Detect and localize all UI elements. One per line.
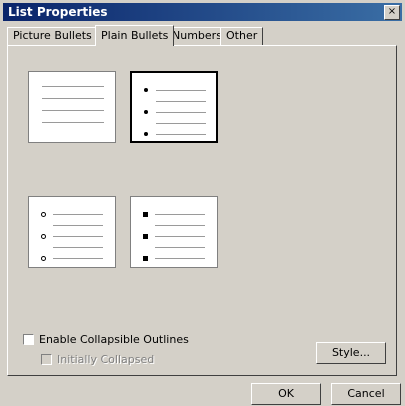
- ok-button[interactable]: OK: [251, 383, 321, 405]
- line: [53, 247, 103, 248]
- enable-collapsible-outlines-option[interactable]: Enable Collapsible Outlines: [23, 333, 189, 346]
- circle-bullet-icon: [41, 212, 46, 217]
- circle-bullet-icon: [41, 256, 46, 261]
- tab-other[interactable]: Other: [220, 27, 264, 45]
- cancel-button[interactable]: Cancel: [331, 383, 401, 405]
- line: [156, 90, 206, 91]
- line: [155, 258, 205, 259]
- initially-collapsed-checkbox: [41, 354, 52, 365]
- line: [155, 214, 205, 215]
- line: [53, 258, 103, 259]
- line: [155, 236, 205, 237]
- line: [42, 122, 104, 123]
- bullet-style-circle[interactable]: [28, 196, 116, 268]
- tab-plain-bullets[interactable]: Plain Bullets: [95, 25, 175, 46]
- initially-collapsed-label: Initially Collapsed: [57, 353, 155, 366]
- style-button[interactable]: Style...: [316, 342, 386, 364]
- disc-bullet-icon: [144, 132, 148, 136]
- title-bar[interactable]: List Properties ×: [3, 3, 402, 21]
- window-title: List Properties: [8, 5, 108, 19]
- circle-bullet-icon: [41, 234, 46, 239]
- line: [53, 236, 103, 237]
- initially-collapsed-option: Initially Collapsed: [41, 353, 154, 366]
- square-bullet-icon: [143, 212, 148, 217]
- line: [53, 225, 103, 226]
- line: [155, 225, 205, 226]
- line: [42, 110, 104, 111]
- bullet-style-none[interactable]: [28, 71, 116, 143]
- line: [156, 123, 206, 124]
- tab-numbers[interactable]: Numbers: [166, 27, 228, 45]
- tab-picture-bullets[interactable]: Picture Bullets: [7, 27, 98, 45]
- enable-collapsible-outlines-checkbox[interactable]: [23, 334, 34, 345]
- close-icon[interactable]: ×: [384, 5, 400, 20]
- line: [42, 98, 104, 99]
- square-bullet-icon: [143, 256, 148, 261]
- square-bullet-icon: [143, 234, 148, 239]
- line: [156, 112, 206, 113]
- disc-bullet-icon: [144, 110, 148, 114]
- line: [156, 101, 206, 102]
- line: [53, 214, 103, 215]
- bullet-style-square[interactable]: [130, 196, 218, 268]
- disc-bullet-icon: [144, 88, 148, 92]
- enable-collapsible-outlines-label: Enable Collapsible Outlines: [39, 333, 189, 346]
- list-properties-dialog: List Properties × Picture Bullets Plain …: [0, 0, 405, 406]
- plain-bullets-panel: Enable Collapsible Outlines Initially Co…: [7, 45, 397, 376]
- line: [42, 86, 104, 87]
- line: [156, 134, 206, 135]
- line: [155, 247, 205, 248]
- bullet-style-disc[interactable]: [130, 71, 218, 143]
